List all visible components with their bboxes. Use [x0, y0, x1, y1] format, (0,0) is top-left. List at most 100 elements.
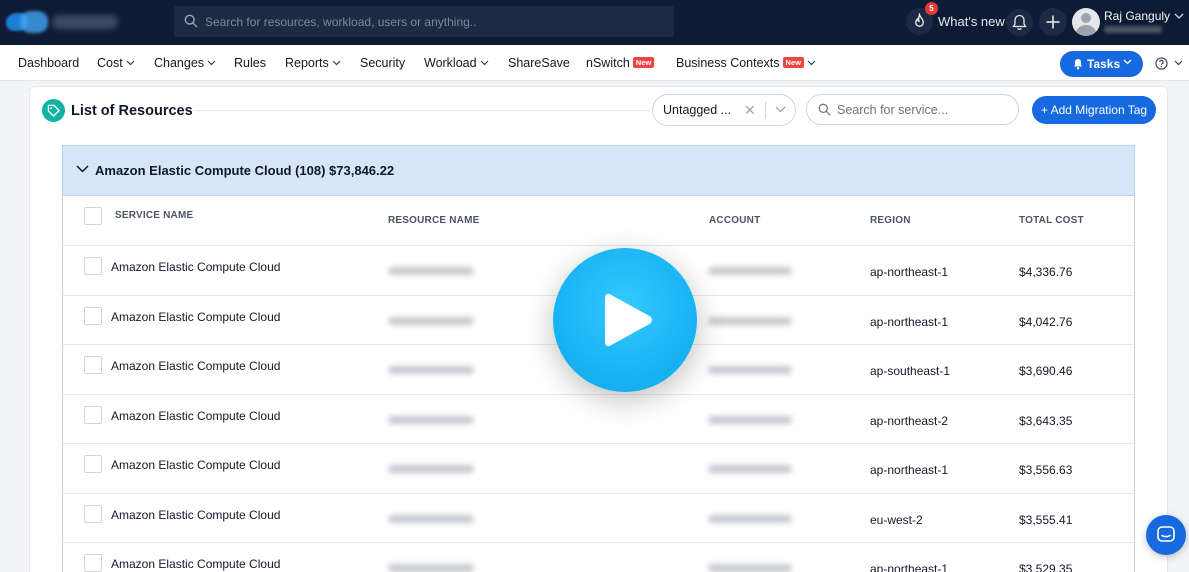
row-checkbox[interactable] — [84, 356, 102, 374]
region-cell: ap-southeast-1 — [870, 364, 951, 378]
nav-security[interactable]: Security — [360, 56, 405, 70]
column-header-region[interactable]: REGION — [870, 215, 911, 226]
row-checkbox[interactable] — [84, 554, 102, 572]
nav-changes[interactable]: Changes — [154, 56, 216, 70]
total-cost-cell: $3,690.46 — [1019, 364, 1073, 378]
app-logo[interactable] — [6, 9, 126, 35]
group-header[interactable]: Amazon Elastic Compute Cloud (108) $73,8… — [63, 146, 1134, 196]
close-icon[interactable]: ✕ — [744, 102, 756, 119]
support-chat-button[interactable] — [1146, 515, 1186, 555]
chevron-down-icon — [126, 60, 135, 66]
chevron-down-icon — [480, 60, 489, 66]
total-cost-cell: $4,336.76 — [1019, 265, 1073, 279]
flame-icon — [915, 13, 924, 27]
resource-name-redacted — [388, 366, 474, 374]
search-icon — [818, 103, 831, 116]
account-redacted — [708, 317, 792, 325]
total-cost-cell: $3,556.63 — [1019, 463, 1073, 477]
table-row[interactable]: Amazon Elastic Compute Cloud ap-northeas… — [63, 542, 1134, 572]
column-header-service-name[interactable]: SERVICE NAME — [115, 210, 193, 221]
table-row[interactable]: Amazon Elastic Compute Cloud eu-west-2 $… — [63, 493, 1134, 542]
total-cost-cell: $4,042.76 — [1019, 315, 1073, 329]
divider — [195, 110, 650, 111]
whats-new-link[interactable]: What's new — [938, 14, 1005, 29]
region-cell: ap-northeast-1 — [870, 315, 949, 329]
resource-name-redacted — [388, 267, 474, 275]
new-badge: New — [782, 57, 804, 68]
help-icon[interactable] — [1155, 57, 1168, 70]
chevron-down-icon — [332, 60, 341, 66]
select-all-checkbox[interactable] — [84, 207, 102, 225]
resource-name-redacted — [388, 465, 474, 473]
region-cell: ap-northeast-1 — [870, 463, 949, 477]
add-migration-tag-button[interactable]: + Add Migration Tag — [1032, 96, 1156, 124]
chevron-down-icon — [807, 60, 816, 66]
nav-reports[interactable]: Reports — [285, 56, 341, 70]
column-header-resource-name[interactable]: RESOURCE NAME — [388, 215, 480, 226]
row-checkbox[interactable] — [84, 307, 102, 325]
table-row[interactable]: Amazon Elastic Compute Cloud ap-northeas… — [63, 443, 1134, 492]
total-cost-cell: $3,555.41 — [1019, 513, 1073, 527]
table-row[interactable]: Amazon Elastic Compute Cloud ap-northeas… — [63, 394, 1134, 443]
row-checkbox[interactable] — [84, 406, 102, 424]
main-nav: Dashboard Cost Changes Rules Reports Sec… — [0, 45, 1189, 81]
global-search-placeholder: Search for resources, workload, users or… — [205, 15, 477, 29]
bell-icon — [1012, 14, 1027, 31]
column-header-account[interactable]: ACCOUNT — [709, 215, 760, 226]
nav-cost[interactable]: Cost — [97, 56, 135, 70]
nav-workload[interactable]: Workload — [424, 56, 489, 70]
chevron-down-icon[interactable] — [1174, 60, 1183, 66]
nav-dashboard[interactable]: Dashboard — [18, 56, 79, 70]
service-name-cell: Amazon Elastic Compute Cloud — [111, 260, 281, 274]
video-play-button[interactable] — [553, 248, 697, 392]
notifications-button[interactable] — [1006, 9, 1033, 36]
bell-icon — [1074, 59, 1082, 70]
service-name-cell: Amazon Elastic Compute Cloud — [111, 557, 281, 571]
tag-filter-value: Untagged ... — [663, 103, 732, 117]
tag-filter-select[interactable]: Untagged ... ✕ — [652, 94, 796, 126]
chat-icon — [1157, 526, 1175, 542]
resource-name-redacted — [388, 515, 474, 523]
create-button[interactable] — [1039, 8, 1067, 36]
chevron-down-icon — [1123, 59, 1132, 65]
service-search-input[interactable]: Search for service... — [806, 94, 1019, 125]
user-name[interactable]: Raj Ganguly — [1104, 9, 1170, 23]
service-name-cell: Amazon Elastic Compute Cloud — [111, 310, 281, 324]
tasks-button[interactable]: Tasks — [1060, 51, 1143, 77]
region-cell: ap-northeast-1 — [870, 562, 949, 572]
notification-count-badge: 5 — [925, 2, 938, 15]
resource-name-redacted — [388, 317, 474, 325]
region-cell: eu-west-2 — [870, 513, 923, 527]
nav-sharesave[interactable]: ShareSave — [508, 56, 570, 70]
chevron-down-icon[interactable] — [1174, 12, 1184, 20]
plus-icon — [1046, 15, 1060, 29]
service-name-cell: Amazon Elastic Compute Cloud — [111, 409, 281, 423]
tasks-label: Tasks — [1087, 57, 1121, 71]
nav-rules[interactable]: Rules — [234, 56, 266, 70]
user-subtitle-redacted — [1104, 26, 1162, 33]
activity-button[interactable]: 5 — [906, 2, 938, 35]
account-redacted — [708, 267, 792, 275]
account-redacted — [708, 515, 792, 523]
service-search-placeholder: Search for service... — [837, 103, 949, 117]
row-checkbox[interactable] — [84, 455, 102, 473]
group-title: Amazon Elastic Compute Cloud (108) $73,8… — [95, 163, 395, 178]
avatar[interactable] — [1072, 8, 1100, 36]
service-name-cell: Amazon Elastic Compute Cloud — [111, 359, 281, 373]
chevron-down-icon[interactable] — [76, 165, 89, 173]
account-redacted — [708, 564, 792, 572]
chevron-down-icon[interactable] — [775, 106, 786, 113]
service-name-cell: Amazon Elastic Compute Cloud — [111, 508, 281, 522]
resource-name-redacted — [388, 564, 474, 572]
nav-nswitch[interactable]: nSwitch New — [586, 56, 655, 70]
account-redacted — [708, 465, 792, 473]
global-search-input[interactable]: Search for resources, workload, users or… — [174, 6, 674, 37]
play-icon — [605, 293, 652, 347]
nav-business-contexts[interactable]: Business Contexts New — [676, 56, 816, 70]
row-checkbox[interactable] — [84, 505, 102, 523]
column-header-total-cost[interactable]: TOTAL COST — [1019, 215, 1084, 226]
top-bar: Search for resources, workload, users or… — [0, 0, 1189, 45]
account-redacted — [708, 366, 792, 374]
new-badge: New — [632, 57, 655, 68]
row-checkbox[interactable] — [84, 257, 102, 275]
